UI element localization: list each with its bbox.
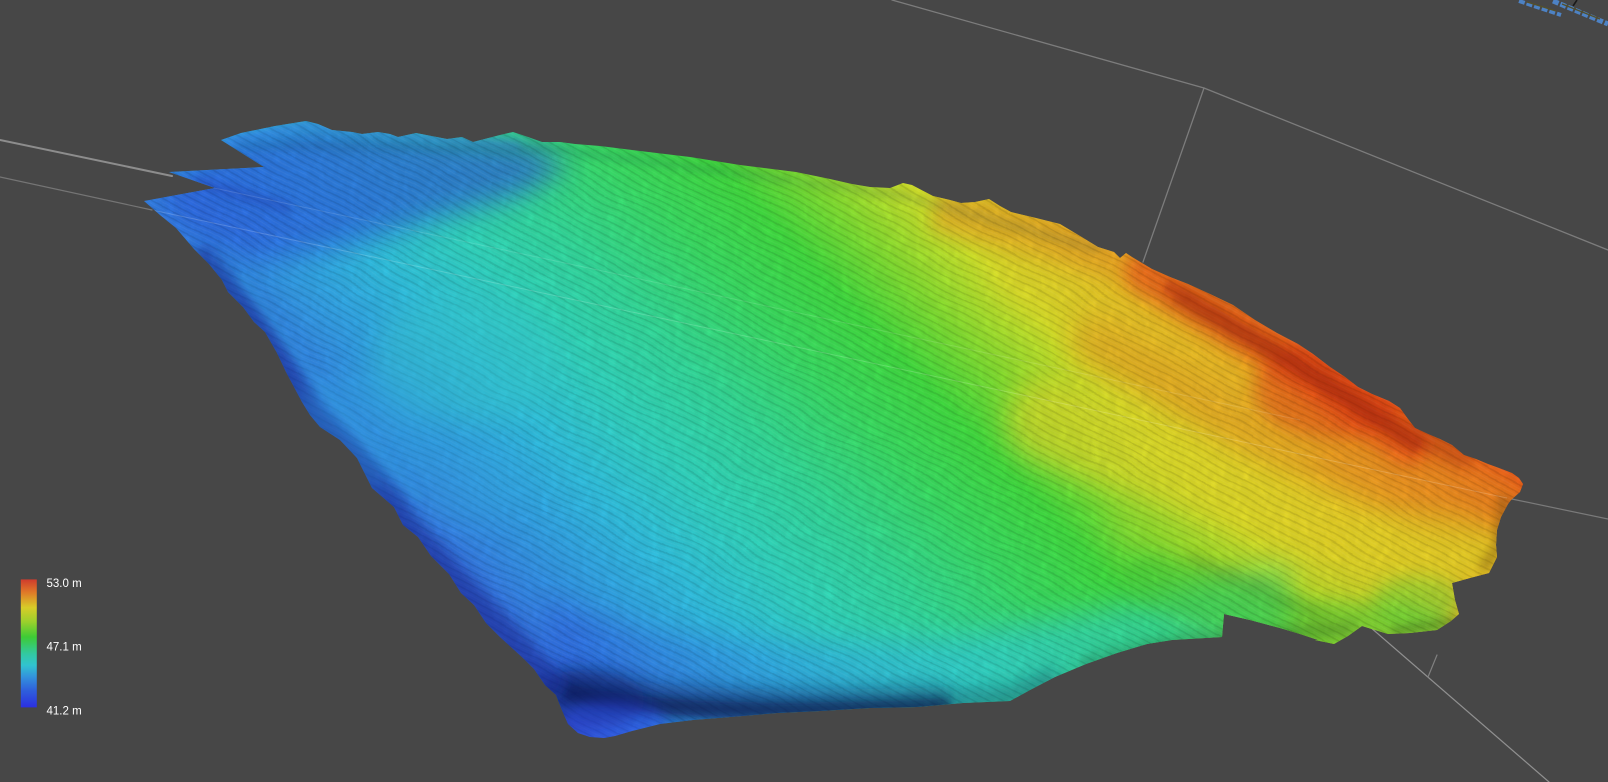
svg-text:41.2 m: 41.2 m [47,706,82,718]
svg-text:53.0 m: 53.0 m [47,578,82,590]
svg-text:47.1 m: 47.1 m [47,642,82,654]
